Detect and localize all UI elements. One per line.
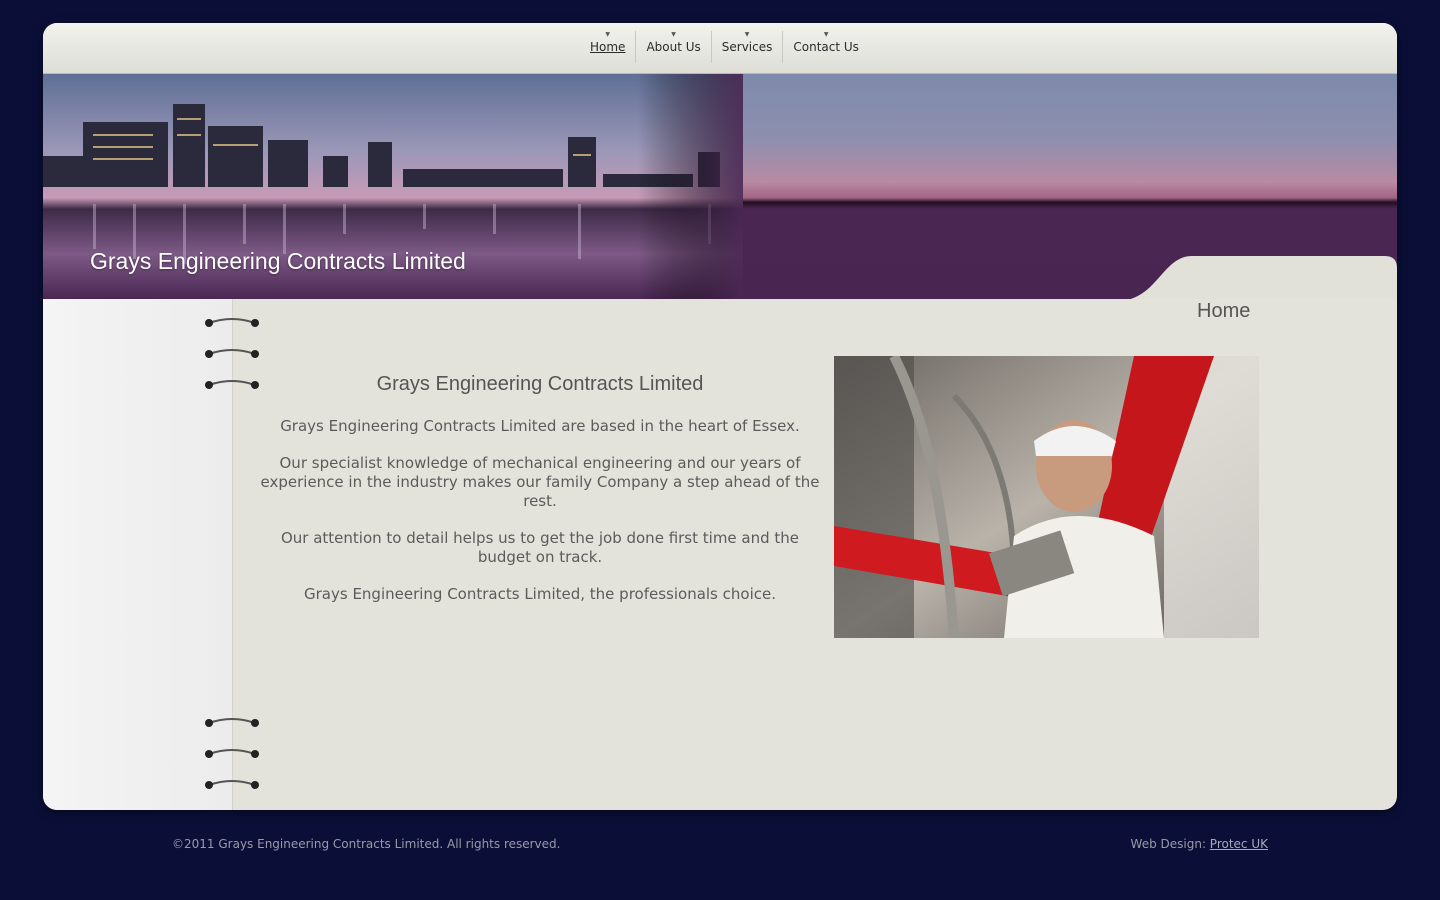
content-heading: Grays Engineering Contracts Limited: [376, 373, 704, 395]
page-tab-shape: [1129, 256, 1397, 299]
nav-item-services[interactable]: ▼ Services: [710, 31, 783, 63]
content-paragraph: Our specialist knowledge of mechanical e…: [260, 454, 820, 510]
nav-item-label: About Us: [646, 40, 701, 54]
site-title: Grays Engineering Contracts Limited: [90, 248, 466, 274]
main-nav: ▼ Home ▼ About Us ▼ Services ▼ Contact U…: [580, 31, 869, 63]
nav-item-contact-us[interactable]: ▼ Contact Us: [782, 31, 869, 63]
caret-down-icon: ▼: [823, 31, 829, 38]
page-frame: ▼ Home ▼ About Us ▼ Services ▼ Contact U…: [43, 23, 1397, 810]
notebook-sidebar: [43, 299, 233, 810]
header-banner: Grays Engineering Contracts Limited: [43, 74, 1397, 299]
footer-credit-label: Web Design:: [1130, 837, 1210, 851]
content-paragraph: Grays Engineering Contracts Limited, the…: [304, 585, 776, 603]
nav-item-label: Services: [721, 40, 773, 54]
notebook-ring-icon: [205, 780, 259, 789]
footer-copyright: ©2011 Grays Engineering Contracts Limite…: [172, 837, 561, 851]
main-content: Grays Engineering Contracts Limited Gray…: [253, 373, 827, 622]
footer-credit: Web Design: Protec UK: [1131, 837, 1268, 851]
notebook-ring-icon: [205, 749, 259, 758]
notebook-ring-icon: [205, 718, 259, 727]
engineer-photo: [834, 356, 1259, 638]
top-navigation-bar: ▼ Home ▼ About Us ▼ Services ▼ Contact U…: [43, 23, 1397, 74]
notebook-ring-icon: [205, 318, 259, 327]
caret-down-icon: ▼: [605, 31, 611, 38]
page-heading: Home: [1197, 300, 1251, 322]
web-design-link[interactable]: Protec UK: [1210, 837, 1268, 851]
nav-item-about-us[interactable]: ▼ About Us: [635, 31, 710, 63]
content-paragraph: Our attention to detail helps us to get …: [280, 529, 800, 566]
nav-item-label: Home: [590, 40, 626, 54]
content-paragraph: Grays Engineering Contracts Limited are …: [280, 417, 800, 435]
nav-item-home[interactable]: ▼ Home: [580, 31, 635, 63]
caret-down-icon: ▼: [671, 31, 676, 38]
nav-item-label: Contact Us: [793, 40, 859, 54]
caret-down-icon: ▼: [744, 31, 750, 38]
notebook-ring-icon: [205, 349, 259, 358]
